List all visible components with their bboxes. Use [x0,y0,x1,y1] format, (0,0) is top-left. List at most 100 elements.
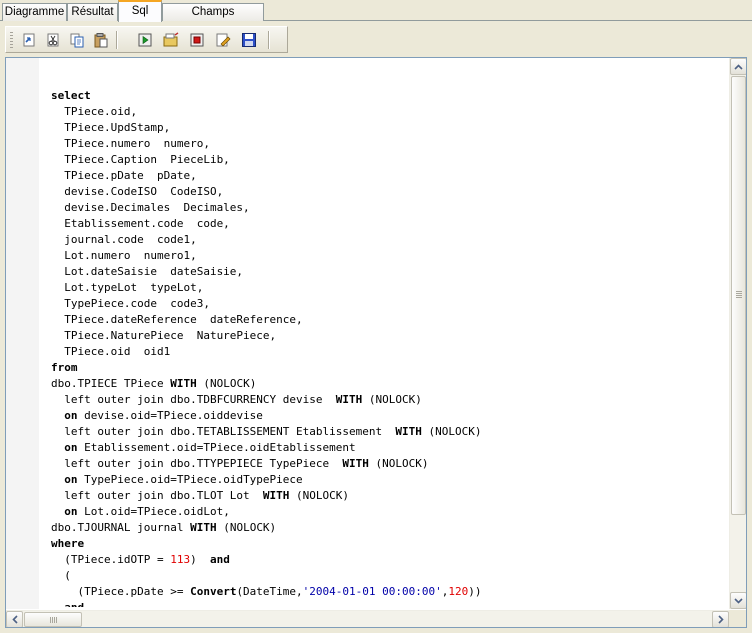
code-token: left outer join dbo.TTYPEPIECE TypePiece [51,457,343,470]
code-line: on Etablissement.oid=TPiece.oidEtablisse… [51,440,731,456]
run-button[interactable] [136,31,154,49]
open-query-button[interactable] [162,31,180,49]
code-token: WITH [262,489,290,502]
code-line: devise.Decimales Decimales, [51,200,731,216]
tab-resultat[interactable]: Résultat [67,3,118,21]
code-token: dbo.TJOURNAL journal [51,521,191,534]
code-token: WITH [342,457,369,470]
copy-icon [70,33,84,48]
code-token: on [64,441,78,454]
code-token: on [64,473,78,486]
copy-button[interactable] [68,31,86,49]
code-token: (DateTime, [236,585,303,598]
code-token: left outer join dbo.TETABLISSEMENT Etabl… [51,425,396,438]
code-token: and [209,553,230,566]
chevron-right-icon [717,615,724,624]
code-line: TPiece.numero numero, [51,136,731,152]
scroll-left-button[interactable] [6,611,23,627]
scroll-up-button[interactable] [730,58,746,75]
code-line: TPiece.oid, [51,104,731,120]
code-line: (TPiece.idOTP = 113) and [51,552,731,568]
code-token: (NOLOCK) [196,377,257,390]
code-token: TPiece.UpdStamp, [51,121,171,134]
code-line: on Lot.oid=TPiece.oidLot, [51,504,731,520]
code-token: WITH [190,521,217,534]
code-token: WITH [395,425,422,438]
code-token: '2004-01-01 00:00:00' [302,585,442,598]
code-token: (NOLOCK) [216,521,277,534]
code-line: devise.CodeISO CodeISO, [51,184,731,200]
toolbar-separator [116,31,117,49]
code-line: ( [51,568,731,584]
scroll-right-button[interactable] [712,611,729,627]
code-token: TPiece.NaturePiece NaturePiece, [51,329,277,342]
toolbar-separator [268,31,269,49]
code-line: TPiece.NaturePiece NaturePiece, [51,328,731,344]
code-token: )) [468,585,482,598]
scroll-down-button[interactable] [730,592,746,609]
code-token: on [64,505,78,518]
code-token: (TPiece.idOTP = [51,553,171,566]
code-token: Etablissement.oid=TPiece.oidEtablissemen… [77,441,356,454]
code-token: Convert [190,585,237,598]
tab-diagramme[interactable]: Diagramme [2,3,67,21]
code-line: Lot.typeLot typeLot, [51,280,731,296]
code-token: left outer join dbo.TDBFCURRENCY devise [51,393,336,406]
code-token: WITH [335,393,363,406]
code-token: ( [51,569,71,582]
toolbar-area [0,21,752,55]
code-token: Lot.typeLot typeLot, [51,281,204,294]
edit-button[interactable] [214,31,232,49]
code-token: dbo.TPIECE TPiece [51,377,171,390]
tab-champs-disponibles[interactable]: Champs disponibles [162,3,264,34]
code-token: select [51,89,91,102]
code-line: dbo.TPIECE TPiece WITH (NOLOCK) [51,376,731,392]
code-token: (NOLOCK) [368,457,429,470]
thumb-grip [736,291,742,292]
code-line: TPiece.oid oid1 [51,344,731,360]
code-token: Lot.numero numero1, [51,249,197,262]
thumb-grip [52,617,53,623]
stop-icon [190,33,204,47]
code-token: journal.code code1, [51,233,197,246]
code-token: devise.CodeISO CodeISO, [51,185,224,198]
code-line: where [51,536,731,552]
save-button[interactable] [240,31,258,49]
horizontal-scroll-thumb[interactable] [24,612,82,627]
paste-button[interactable] [92,31,110,49]
code-token: devise.Decimales Decimales, [51,201,250,214]
code-line: on devise.oid=TPiece.oiddevise [51,408,731,424]
sql-code[interactable]: select TPiece.oid, TPiece.UpdStamp, TPie… [51,72,731,607]
code-token: left outer join dbo.TLOT Lot [51,489,263,502]
toolbar-grip[interactable] [10,32,13,49]
code-line: left outer join dbo.TDBFCURRENCY devise … [51,392,731,408]
code-token: WITH [170,377,197,390]
save-icon [242,33,256,47]
code-token: Lot.oid=TPiece.oidLot, [77,505,230,518]
horizontal-scrollbar[interactable] [6,610,729,627]
undo-icon [23,33,35,47]
vertical-scroll-thumb[interactable] [731,76,746,515]
vertical-scrollbar[interactable] [729,58,746,609]
chevron-left-icon [11,615,18,624]
sql-editor[interactable]: select TPiece.oid, TPiece.UpdStamp, TPie… [5,57,747,628]
paste-icon [94,33,108,48]
sql-toolbar [5,26,288,53]
stop-button[interactable] [188,31,206,49]
tab-sql[interactable]: Sql [118,0,162,22]
code-line: and [51,600,731,607]
code-token: 113 [170,553,191,566]
code-token: (TPiece.pDate >= [51,585,191,598]
code-line: left outer join dbo.TTYPEPIECE TypePiece… [51,456,731,472]
code-token: 120 [448,585,469,598]
undo-button[interactable] [20,31,38,49]
cut-button[interactable] [44,31,62,49]
thumb-grip [736,297,742,298]
code-token: TPiece.oid oid1 [51,345,171,358]
code-line: Etablissement.code code, [51,216,731,232]
code-line: TypePiece.code code3, [51,296,731,312]
